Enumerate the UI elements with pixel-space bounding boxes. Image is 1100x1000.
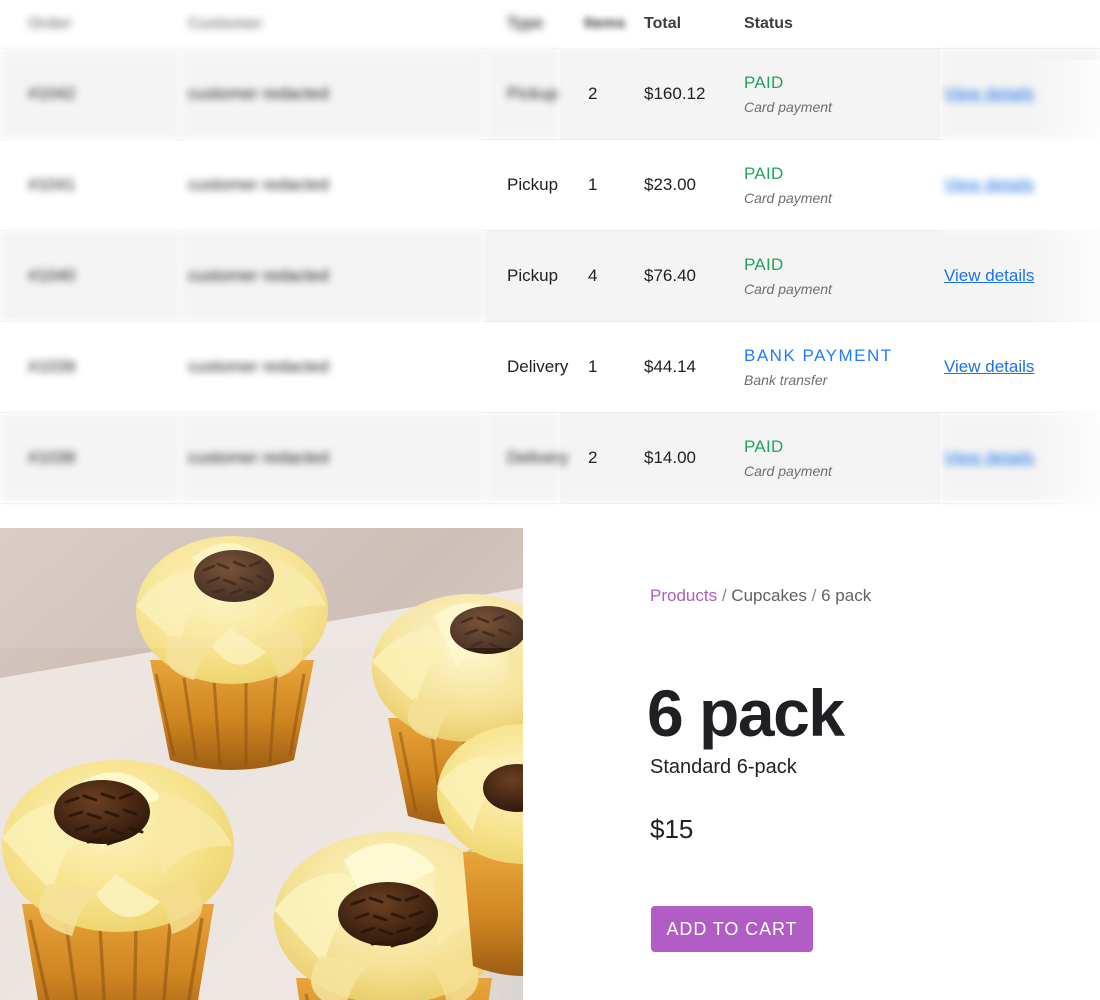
- orders-table-header: Order Customer Type Items Total Status: [0, 0, 1100, 49]
- cell-total: $160.12: [640, 48, 740, 140]
- table-row[interactable]: #1038 customer redacted Delivery 2 $14.0…: [0, 412, 1100, 504]
- cell-action: View details: [940, 230, 1100, 322]
- orders-table-body: #1042 customer redacted Pickup 2 $160.12…: [0, 48, 1100, 504]
- cell-order-id: #1038: [0, 412, 180, 504]
- cell-status: PAID Card payment: [740, 230, 940, 322]
- page-title: 6 pack: [647, 676, 845, 751]
- cell-order-id: #1040: [0, 230, 180, 322]
- product-price: $15: [650, 814, 694, 844]
- cell-total: $76.40: [640, 230, 740, 322]
- cell-items: 4: [560, 230, 640, 322]
- status-badge: PAID: [744, 437, 784, 456]
- cell-status: PAID Card payment: [740, 48, 940, 140]
- breadcrumb-products-link[interactable]: Products: [650, 586, 717, 605]
- product-description: Standard 6-pack: [650, 756, 797, 778]
- column-header-action: [940, 0, 1100, 49]
- cell-action: View details: [940, 321, 1100, 413]
- cell-order-id: #1039: [0, 321, 180, 413]
- cell-order-type: Pickup: [485, 139, 560, 231]
- cell-total: $23.00: [640, 139, 740, 231]
- breadcrumb-category[interactable]: Cupcakes: [731, 586, 807, 605]
- cell-action: View details: [940, 48, 1100, 140]
- cell-order-id: #1041: [0, 139, 180, 231]
- breadcrumb-current: 6 pack: [821, 586, 872, 605]
- cell-status: PAID Card payment: [740, 139, 940, 231]
- breadcrumb-separator: /: [811, 586, 817, 605]
- table-row[interactable]: #1041 customer redacted Pickup 1 $23.00 …: [0, 139, 1100, 231]
- cell-items: 2: [560, 412, 640, 504]
- orders-table-panel: Order Customer Type Items Total Status #…: [0, 0, 1100, 528]
- table-row[interactable]: #1042 customer redacted Pickup 2 $160.12…: [0, 48, 1100, 140]
- payment-method-label: Card payment: [744, 190, 832, 206]
- column-header-order[interactable]: Order: [0, 0, 180, 49]
- cell-customer: customer redacted: [180, 48, 485, 140]
- cell-items: 1: [560, 139, 640, 231]
- column-header-status[interactable]: Status: [740, 0, 940, 49]
- cell-customer: customer redacted: [180, 412, 485, 504]
- breadcrumb: Products / Cupcakes / 6 pack: [650, 586, 871, 606]
- cell-total: $44.14: [640, 321, 740, 413]
- payment-method-label: Card payment: [744, 281, 832, 297]
- cell-action: View details: [940, 412, 1100, 504]
- product-info-panel: Products / Cupcakes / 6 pack 6 pack Stan…: [523, 528, 1100, 1000]
- breadcrumb-separator: /: [721, 586, 727, 605]
- view-details-link[interactable]: View details: [944, 448, 1034, 467]
- view-details-link[interactable]: View details: [944, 175, 1034, 194]
- status-badge: PAID: [744, 255, 784, 274]
- table-row[interactable]: #1040 customer redacted Pickup 4 $76.40 …: [0, 230, 1100, 322]
- cell-order-id: #1042: [0, 48, 180, 140]
- cell-items: 1: [560, 321, 640, 413]
- column-header-items[interactable]: Items: [560, 0, 640, 49]
- column-header-type[interactable]: Type: [485, 0, 560, 49]
- product-photo: [0, 528, 523, 1000]
- cell-customer: customer redacted: [180, 230, 485, 322]
- status-badge: PAID: [744, 73, 784, 92]
- view-details-link[interactable]: View details: [944, 266, 1034, 285]
- cell-total: $14.00: [640, 412, 740, 504]
- cell-status: PAID Card payment: [740, 412, 940, 504]
- cell-customer: customer redacted: [180, 139, 485, 231]
- product-detail-section: Products / Cupcakes / 6 pack 6 pack Stan…: [0, 528, 1100, 1000]
- cell-customer: customer redacted: [180, 321, 485, 413]
- cell-order-type: Delivery: [485, 412, 568, 504]
- cell-order-type: Pickup: [485, 48, 560, 140]
- cell-order-type: Delivery: [485, 321, 568, 413]
- column-header-total[interactable]: Total: [640, 0, 740, 49]
- cell-action: View details: [940, 139, 1100, 231]
- cell-order-type: Pickup: [485, 230, 560, 322]
- payment-method-label: Bank transfer: [744, 372, 828, 388]
- table-header-row: Order Customer Type Items Total Status: [0, 0, 1100, 49]
- payment-method-label: Card payment: [744, 463, 832, 479]
- table-row[interactable]: #1039 customer redacted Delivery 1 $44.1…: [0, 321, 1100, 413]
- status-badge: PAID: [744, 164, 784, 183]
- add-to-cart-button[interactable]: ADD TO CART: [651, 906, 813, 952]
- orders-table: Order Customer Type Items Total Status #…: [0, 0, 1100, 504]
- view-details-link[interactable]: View details: [944, 357, 1034, 376]
- view-details-link[interactable]: View details: [944, 84, 1034, 103]
- payment-method-label: Card payment: [744, 99, 832, 115]
- status-badge: BANK PAYMENT: [744, 346, 893, 365]
- column-header-customer[interactable]: Customer: [180, 0, 485, 49]
- cell-items: 2: [560, 48, 640, 140]
- cell-status: BANK PAYMENT Bank transfer: [740, 321, 940, 413]
